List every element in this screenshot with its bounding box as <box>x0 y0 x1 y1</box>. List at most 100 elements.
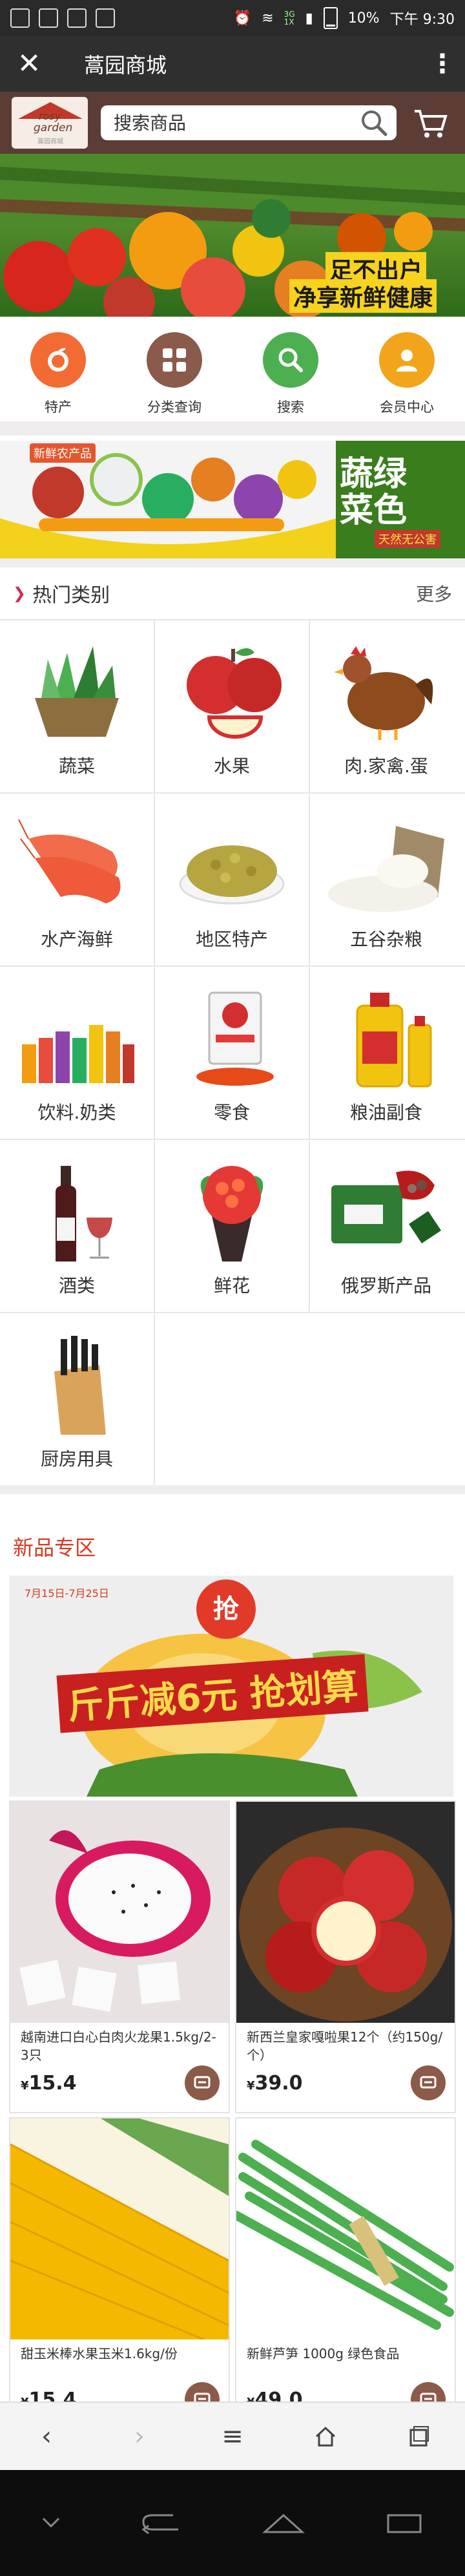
bottles-image <box>22 1025 134 1083</box>
dragon-fruit-image <box>10 1802 229 2023</box>
product-name: 新西兰皇家嘎啦果12个（约150g/个） <box>247 2029 443 2063</box>
cart-icon <box>420 2076 437 2089</box>
product-name: 甜玉米棒水果玉米1.6kg/份 <box>21 2346 178 2361</box>
asparagus-image <box>232 2118 455 2339</box>
forward-icon[interactable]: › <box>120 2417 159 2456</box>
add-to-cart-button[interactable] <box>185 2065 220 2100</box>
section-title: 热门类别 <box>32 584 110 607</box>
tabs-icon[interactable] <box>399 2417 438 2456</box>
category-oil-grocery[interactable]: 粮油副食 <box>310 967 462 1139</box>
corn-image <box>10 2118 229 2341</box>
battery-level: 10% <box>347 10 380 26</box>
category-grid: 蔬菜 水果 肉.家禽.蛋 水产海鲜 地区特产 五谷杂粮 饮料.奶类 零食 粮油副… <box>0 620 465 1486</box>
cart-icon[interactable] <box>411 103 450 142</box>
quicknav-category[interactable]: 分类查询 <box>116 317 232 421</box>
chocolates-image <box>331 1170 441 1243</box>
product-card[interactable]: 甜玉米棒水果玉米1.6kg/份 ¥15.4 <box>9 2117 230 2430</box>
orange-icon <box>30 332 86 388</box>
divider <box>0 558 465 567</box>
quicknav-search[interactable]: 搜索 <box>232 317 349 421</box>
new-products-title: 新品专区 <box>13 1536 96 1560</box>
product-list: 越南进口白心白肉火龙果1.5kg/2-3只 ¥15.4 新西兰皇家嘎啦果12个（… <box>9 1800 456 2434</box>
knife-block-image <box>54 1336 106 1435</box>
home-nav-icon[interactable] <box>261 2510 306 2536</box>
search-icon[interactable] <box>359 108 389 138</box>
more-link[interactable]: 更多 <box>416 580 452 606</box>
quicknav-specialty[interactable]: 特产 <box>0 317 116 421</box>
search-header: rosy garden 蒿园商城 <box>0 92 465 154</box>
search-input[interactable] <box>114 112 359 134</box>
bouquet-image <box>200 1166 264 1262</box>
quicknav-member[interactable]: 会员中心 <box>349 317 465 421</box>
category-flowers[interactable]: 鲜花 <box>155 1140 310 1312</box>
chevron-right-icon: ❯ <box>13 584 26 602</box>
back-icon[interactable]: ‹ <box>27 2417 66 2456</box>
category-vegetables[interactable]: 蔬菜 <box>0 620 155 792</box>
category-wine[interactable]: 酒类 <box>0 1140 155 1312</box>
menu-icon[interactable]: ≡ <box>213 2417 252 2456</box>
image-icon <box>39 8 58 28</box>
category-seafood[interactable]: 水产海鲜 <box>0 794 155 966</box>
page-title: 蒿园商城 <box>84 53 167 78</box>
logo[interactable]: rosy garden 蒿园商城 <box>12 97 88 149</box>
wine-bottle-image <box>56 1166 112 1262</box>
cart-icon <box>194 2076 211 2089</box>
hen-image <box>334 646 433 740</box>
category-snacks[interactable]: 零食 <box>155 967 310 1139</box>
upload-icon <box>96 8 115 28</box>
divider <box>0 421 465 436</box>
empty-cell <box>310 1313 462 1485</box>
signal-icon: ▮ <box>305 10 313 26</box>
home-icon[interactable] <box>306 2417 345 2456</box>
snack-bag-image <box>196 991 274 1086</box>
product-name: 越南进口白心白肉火龙果1.5kg/2-3只 <box>21 2029 216 2063</box>
hot-categories-header: ❯ 热门类别 更多 <box>0 567 465 620</box>
more-menu-icon[interactable]: ⋮ <box>420 49 465 79</box>
back-nav-icon[interactable] <box>140 2510 185 2536</box>
category-regional-specialty[interactable]: 地区特产 <box>155 794 310 966</box>
wifi-icon: ≋ <box>262 10 274 26</box>
product-price: ¥15.4 <box>21 2072 77 2095</box>
category-meat-poultry-eggs[interactable]: 肉.家禽.蛋 <box>310 620 462 792</box>
apples-image <box>187 648 282 739</box>
system-nav-bar <box>0 2470 465 2576</box>
browser-toolbar: ‹ › ≡ <box>0 2402 465 2470</box>
search-icon <box>263 332 318 388</box>
product-card[interactable]: 新鲜芦笋 1000g 绿色食品 ¥49.0 <box>232 2117 456 2430</box>
new-products-banner[interactable]: 7月15日-7月25日 抢 斤斤减6元 抢划算 <box>9 1576 453 1797</box>
product-price: ¥39.0 <box>247 2072 303 2095</box>
product-card[interactable]: 新西兰皇家嘎啦果12个（约150g/个） ¥39.0 <box>235 1800 456 2113</box>
category-kitchenware[interactable]: 厨房用具 <box>0 1313 155 1485</box>
quick-nav: 特产 分类查询 搜索 会员中心 <box>0 317 465 421</box>
notification-icon <box>10 8 30 28</box>
app-header: ✕ 蒿园商城 ⋮ <box>0 36 465 92</box>
close-icon[interactable]: ✕ <box>0 36 58 92</box>
category-russian-products[interactable]: 俄罗斯产品 <box>310 1140 462 1312</box>
search-box[interactable] <box>101 105 397 140</box>
grab-badge: 抢 <box>196 1579 256 1639</box>
category-drinks-dairy[interactable]: 饮料.奶类 <box>0 967 155 1139</box>
category-fruit[interactable]: 水果 <box>155 620 310 792</box>
add-to-cart-button[interactable] <box>411 2065 446 2100</box>
recent-apps-icon[interactable] <box>382 2510 427 2536</box>
promo-headline: 蔬绿 菜色 <box>340 455 408 530</box>
grid-icon <box>147 332 202 388</box>
product-card[interactable]: 越南进口白心白肉火龙果1.5kg/2-3只 ¥15.4 <box>9 1800 230 2113</box>
raisins-image <box>179 845 285 905</box>
category-grains[interactable]: 五谷杂粮 <box>310 794 462 966</box>
product-name: 新鲜芦笋 1000g 绿色食品 <box>247 2346 400 2361</box>
alarm-icon: ⏰ <box>233 10 252 26</box>
battery-icon <box>323 7 338 29</box>
promo-banner[interactable]: 新鲜农产品 蔬绿 菜色 天然无公害 <box>0 441 465 558</box>
apples-bowl-image <box>236 1802 455 2023</box>
clock: 下午 9:30 <box>389 12 455 28</box>
status-bar: ⏰ ≋ 3G 1X ▮ 10% 下午 9:30 <box>0 0 465 36</box>
hero-banner[interactable]: 足不出户 净享新鲜健康 <box>0 154 465 317</box>
vegetables-basket-image <box>35 646 119 737</box>
rice-sack-image <box>328 826 444 912</box>
oil-bottle-image <box>356 993 432 1088</box>
network-indicator: 3G 1X <box>284 10 295 26</box>
shrimp-image <box>18 819 121 903</box>
chevron-down-icon[interactable] <box>38 2513 64 2533</box>
banner-slogan: 足不出户 净享新鲜健康 <box>289 251 456 313</box>
